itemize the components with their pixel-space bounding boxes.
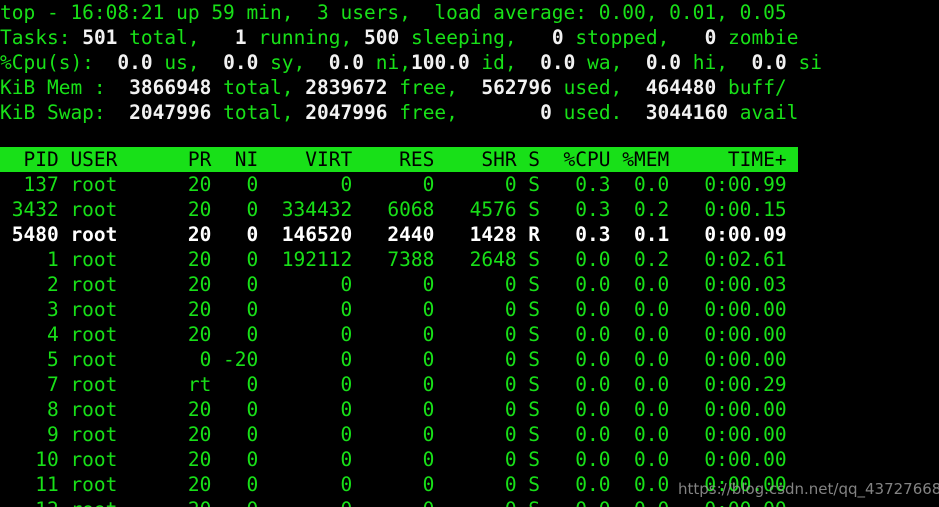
tasks-total-value: 501: [82, 26, 118, 49]
tasks-label: Tasks:: [0, 26, 71, 49]
cpu-ni-value: 0.0: [328, 51, 365, 74]
swap-used-label: used.: [551, 101, 623, 124]
mem-label: KiB Mem :: [0, 76, 106, 99]
process-table-header-wrap: PID USER PR NI VIRT RES SHR S %CPU %MEM …: [0, 147, 939, 172]
tasks-line: Tasks: 501 total, 1 running, 500 sleepin…: [0, 25, 939, 50]
table-row[interactable]: 12 root 20 0 0 0 0 S 0.0 0.0 0:00.00: [0, 497, 939, 507]
mem-line: KiB Mem : 3866948 total, 2839672 free, 5…: [0, 75, 939, 100]
table-row[interactable]: 7 root rt 0 0 0 0 S 0.0 0.0 0:00.29: [0, 372, 939, 397]
mem-free-value: 2839672: [305, 76, 388, 99]
tasks-stopped-value: 0: [551, 26, 564, 49]
table-row[interactable]: 3 root 20 0 0 0 0 S 0.0 0.0 0:00.00: [0, 297, 939, 322]
swap-free-label: free,: [387, 101, 458, 124]
table-row[interactable]: 5480 root 20 0 146520 2440 1428 R 0.3 0.…: [0, 222, 939, 247]
cpu-wa-label: wa,: [575, 51, 623, 74]
cpu-wa-value: 0.0: [540, 51, 576, 74]
table-row[interactable]: 10 root 20 0 0 0 0 S 0.0 0.0 0:00.00: [0, 447, 939, 472]
swap-total-label: total,: [211, 101, 294, 124]
process-table-body[interactable]: 137 root 20 0 0 0 0 S 0.3 0.0 0:00.99 34…: [0, 172, 939, 507]
table-row[interactable]: 2 root 20 0 0 0 0 S 0.0 0.0 0:00.03: [0, 272, 939, 297]
cpu-id-value: 100.0: [410, 51, 470, 74]
cpu-us-value: 0.0: [117, 51, 153, 74]
top-summary-area: top - 16:08:21 up 59 min, 3 users, load …: [0, 0, 939, 125]
uptime-line: top - 16:08:21 up 59 min, 3 users, load …: [0, 0, 939, 25]
tasks-running-value: 1: [234, 26, 247, 49]
cpu-hi-label: hi,: [681, 51, 729, 74]
table-row[interactable]: 4 root 20 0 0 0 0 S 0.0 0.0 0:00.00: [0, 322, 939, 347]
table-row[interactable]: 11 root 20 0 0 0 0 S 0.0 0.0 0:00.00: [0, 472, 939, 497]
cpu-sy-label: sy,: [258, 51, 306, 74]
cpu-hi-value: 0.0: [645, 51, 682, 74]
tasks-zombie-label: zombie: [716, 26, 799, 49]
mem-total-label: total,: [211, 76, 294, 99]
tasks-sleeping-label: sleeping,: [399, 26, 517, 49]
mem-buff-label: buff/: [716, 76, 787, 99]
cpu-sy-value: 0.0: [223, 51, 259, 74]
uptime-line-text: top - 16:08:21 up 59 min, 3 users, load …: [0, 1, 787, 24]
tasks-stopped-label: stopped,: [563, 26, 670, 49]
cpu-label: %Cpu(s):: [0, 51, 94, 74]
cpu-line: %Cpu(s): 0.0 us, 0.0 sy, 0.0 ni,100.0 id…: [0, 50, 939, 75]
swap-free-value: 2047996: [305, 101, 388, 124]
mem-free-label: free,: [387, 76, 458, 99]
tasks-sleeping-value: 500: [364, 26, 400, 49]
table-row[interactable]: 3432 root 20 0 334432 6068 4576 S 0.3 0.…: [0, 197, 939, 222]
cpu-id-label: id,: [469, 51, 517, 74]
mem-total-value: 3866948: [129, 76, 212, 99]
cpu-si-value: 0.0: [751, 51, 787, 74]
cpu-us-label: us,: [152, 51, 200, 74]
cpu-si-label: si: [786, 51, 822, 74]
swap-avail-label: avail: [727, 101, 799, 124]
tasks-zombie-value: 0: [704, 26, 717, 49]
swap-label: KiB Swap:: [0, 101, 106, 124]
mem-used-value: 562796: [481, 76, 552, 99]
table-row[interactable]: 1 root 20 0 192112 7388 2648 S 0.0 0.2 0…: [0, 247, 939, 272]
process-table-header[interactable]: PID USER PR NI VIRT RES SHR S %CPU %MEM …: [0, 147, 799, 172]
mem-buff-value: 464480: [645, 76, 717, 99]
swap-avail-value: 3044160: [645, 101, 728, 124]
cpu-ni-label: ni,: [364, 51, 411, 74]
table-row[interactable]: 9 root 20 0 0 0 0 S 0.0 0.0 0:00.00: [0, 422, 939, 447]
swap-total-value: 2047996: [129, 101, 212, 124]
table-row[interactable]: 5 root 0 -20 0 0 0 S 0.0 0.0 0:00.00: [0, 347, 939, 372]
terminal-window[interactable]: top - 16:08:21 up 59 min, 3 users, load …: [0, 0, 939, 507]
summary-table-gap: [0, 125, 939, 147]
mem-used-label: used,: [551, 76, 623, 99]
tasks-running-label: running,: [246, 26, 353, 49]
tasks-total-label: total,: [117, 26, 200, 49]
table-row[interactable]: 8 root 20 0 0 0 0 S 0.0 0.0 0:00.00: [0, 397, 939, 422]
swap-used-value: 0: [540, 101, 552, 124]
table-row[interactable]: 137 root 20 0 0 0 0 S 0.3 0.0 0:00.99: [0, 172, 939, 197]
swap-line: KiB Swap: 2047996 total, 2047996 free, 0…: [0, 100, 939, 125]
